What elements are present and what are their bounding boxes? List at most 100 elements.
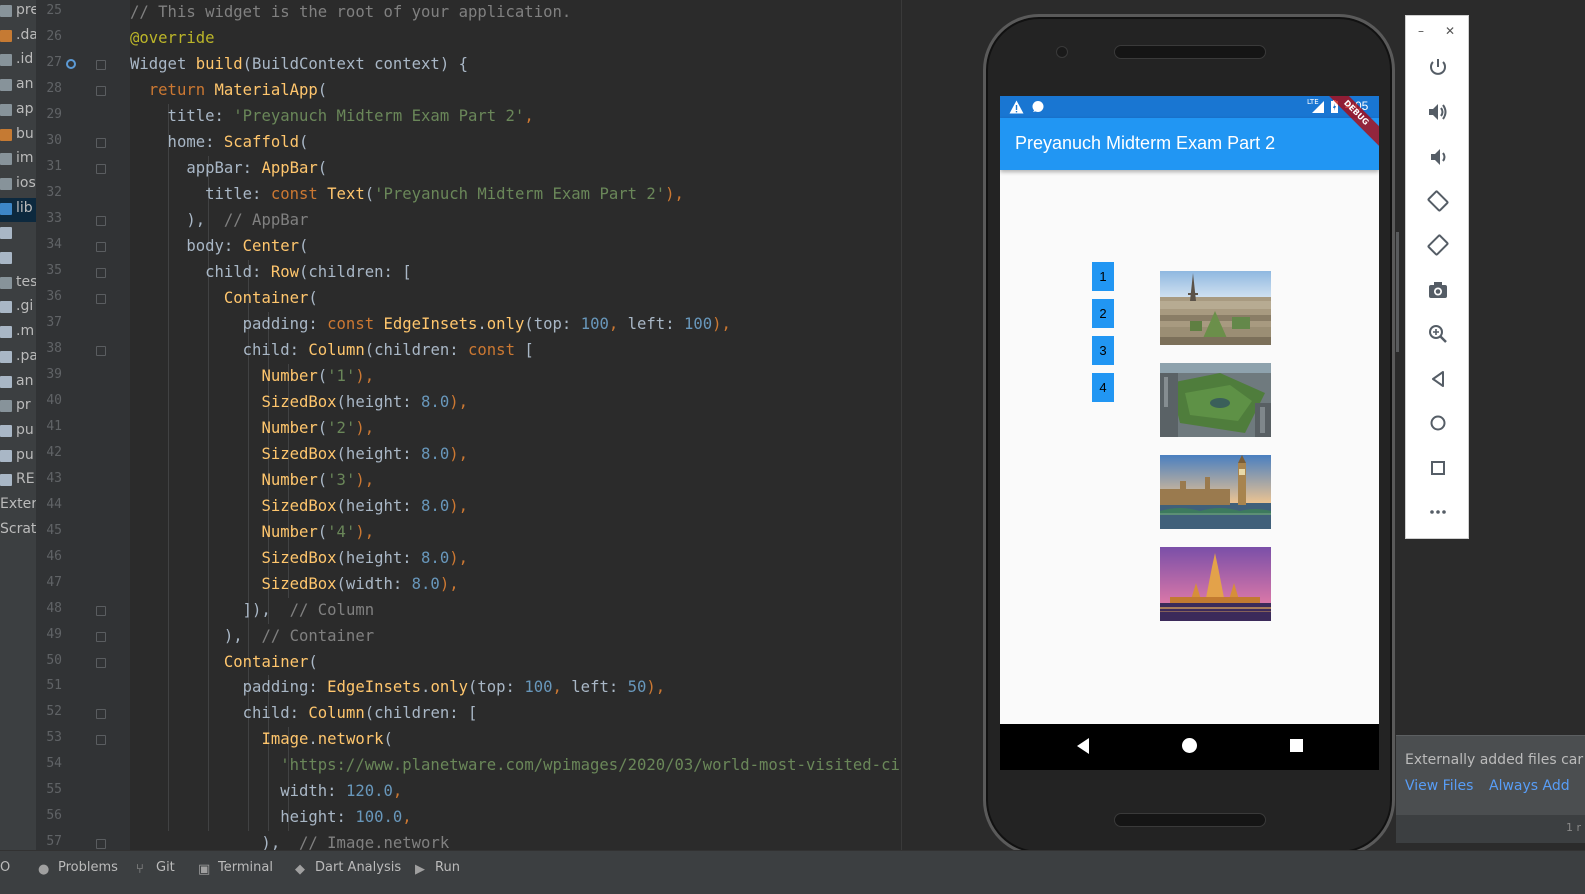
fold-marker[interactable] [96,85,106,96]
code-line[interactable]: Container( [130,651,318,677]
fold-marker[interactable] [96,241,106,252]
code-line[interactable]: Container( [130,287,318,313]
code-line[interactable]: ), // AppBar [130,209,308,235]
terminal-tab[interactable]: ▣ Terminal [198,860,273,880]
fold-marker[interactable] [96,267,106,278]
dart-analysis-tab[interactable]: ◆ Dart Analysis [295,860,401,880]
power-icon[interactable] [1426,56,1450,80]
project-tree-item[interactable]: pu [0,445,36,469]
project-tree-item[interactable]: ap [0,99,36,123]
fold-marker[interactable] [96,631,106,642]
code-line[interactable]: body: Center( [130,235,308,261]
code-line[interactable]: ]), // Column [130,599,374,625]
code-line[interactable]: Image.network( [130,728,392,754]
code-editor[interactable]: // This widget is the root of your appli… [130,0,986,850]
project-tree-item[interactable] [0,247,36,271]
code-line[interactable]: child: Column(children: const [ [130,339,534,365]
code-line[interactable]: padding: EdgeInsets.only(top: 100, left:… [130,676,666,702]
code-line[interactable]: title: const Text('Preyanuch Midterm Exa… [130,183,684,209]
home-icon[interactable] [1426,411,1450,435]
project-tree-item[interactable]: an [0,74,36,98]
code-token: 8.0 [421,392,450,411]
code-line[interactable]: appBar: AppBar( [130,157,327,183]
code-line[interactable]: Number('3'), [130,469,374,495]
nav-home-icon[interactable] [1181,737,1198,754]
phone-screen[interactable]: LTE 4:05 Preyanuch Midterm Exam Part 2 D… [1000,96,1379,770]
zoom-icon[interactable] [1426,322,1450,346]
code-line[interactable]: ), // Image.network [130,832,449,850]
nav-overview-icon[interactable] [1289,738,1304,753]
code-line[interactable]: height: 100.0, [130,806,411,832]
code-line[interactable]: Number('1'), [130,365,374,391]
camera-icon[interactable] [1426,278,1450,302]
nav-back-icon[interactable] [1075,737,1091,755]
fold-marker[interactable] [96,215,106,226]
todo-tab-fragment[interactable]: O [0,860,10,880]
problems-tab[interactable]: ● Problems [38,860,118,880]
fold-marker[interactable] [96,137,106,148]
fold-marker[interactable] [96,735,106,746]
close-button[interactable]: ✕ [1445,24,1455,38]
more-icon[interactable] [1426,500,1450,524]
code-token: body: [130,236,243,255]
fold-marker[interactable] [96,605,106,616]
code-line[interactable]: child: Column(children: [ [130,702,478,728]
rotate-left-icon[interactable] [1426,189,1450,213]
code-line[interactable]: child: Row(children: [ [130,261,412,287]
code-line[interactable]: SizedBox(width: 8.0), [130,573,458,599]
run-tab[interactable]: ▶ Run [415,860,460,880]
fold-marker[interactable] [96,839,106,850]
project-tree-item[interactable]: pu [0,420,36,444]
code-line[interactable]: ), // Container [130,625,374,651]
code-line[interactable]: padding: const EdgeInsets.only(top: 100,… [130,313,731,339]
code-line[interactable]: @override [130,27,215,53]
view-files-link[interactable]: View Files [1405,778,1473,794]
project-tree-item[interactable]: im [0,148,36,172]
project-tree-item[interactable]: Scratc [0,519,36,543]
code-line[interactable]: return MaterialApp( [130,79,327,105]
project-tree-item[interactable] [0,222,36,246]
project-tree-item[interactable]: ios [0,173,36,197]
code-line[interactable]: SizedBox(height: 8.0), [130,547,468,573]
fold-marker[interactable] [96,657,106,668]
overview-icon[interactable] [1426,456,1450,480]
project-tree-item[interactable]: .pa [0,346,36,370]
fold-marker[interactable] [96,709,106,720]
project-tree-item[interactable]: tes [0,272,36,296]
project-tree-item[interactable]: pr [0,395,36,419]
volume-down-icon[interactable] [1426,145,1450,169]
fold-marker[interactable] [96,293,106,304]
fold-marker[interactable] [96,59,106,70]
project-tree-item[interactable]: .m [0,321,36,345]
code-line[interactable]: SizedBox(height: 8.0), [130,495,468,521]
project-tree-item[interactable]: .gi [0,296,36,320]
volume-up-icon[interactable] [1426,100,1450,124]
code-line[interactable]: SizedBox(height: 8.0), [130,443,468,469]
back-icon[interactable] [1426,367,1450,391]
project-tree-item[interactable]: Extern [0,494,36,518]
project-tree-item[interactable]: RE [0,469,36,493]
code-line[interactable]: title: 'Preyanuch Midterm Exam Part 2', [130,105,534,131]
code-line[interactable]: Number('2'), [130,417,374,443]
project-tree-item[interactable]: .da [0,25,36,49]
project-tree-item[interactable]: an [0,371,36,395]
always-add-link[interactable]: Always Add [1489,778,1570,794]
code-line[interactable]: // This widget is the root of your appli… [130,1,571,27]
rotate-right-icon[interactable] [1426,233,1450,257]
git-tab[interactable]: ⑂ Git [136,860,175,880]
fold-marker[interactable] [96,163,106,174]
code-line[interactable]: width: 120.0, [130,780,402,806]
project-tree-item[interactable]: bu [0,124,36,148]
minimize-button[interactable]: – [1418,24,1424,38]
fold-marker[interactable] [96,345,106,356]
project-tree-item[interactable]: .id [0,49,36,73]
override-marker-icon[interactable] [66,58,76,69]
project-tree-item[interactable]: preya [0,0,36,24]
code-line[interactable]: SizedBox(height: 8.0), [130,391,468,417]
scrollbar-thumb[interactable] [1396,232,1399,352]
project-tree-item[interactable]: lib [0,197,36,222]
code-line[interactable]: Number('4'), [130,521,374,547]
code-line[interactable]: home: Scaffold( [130,131,309,157]
code-line[interactable]: 'https://www.planetware.com/wpimages/202… [130,754,900,780]
code-line[interactable]: Widget build(BuildContext context) { [130,53,468,79]
